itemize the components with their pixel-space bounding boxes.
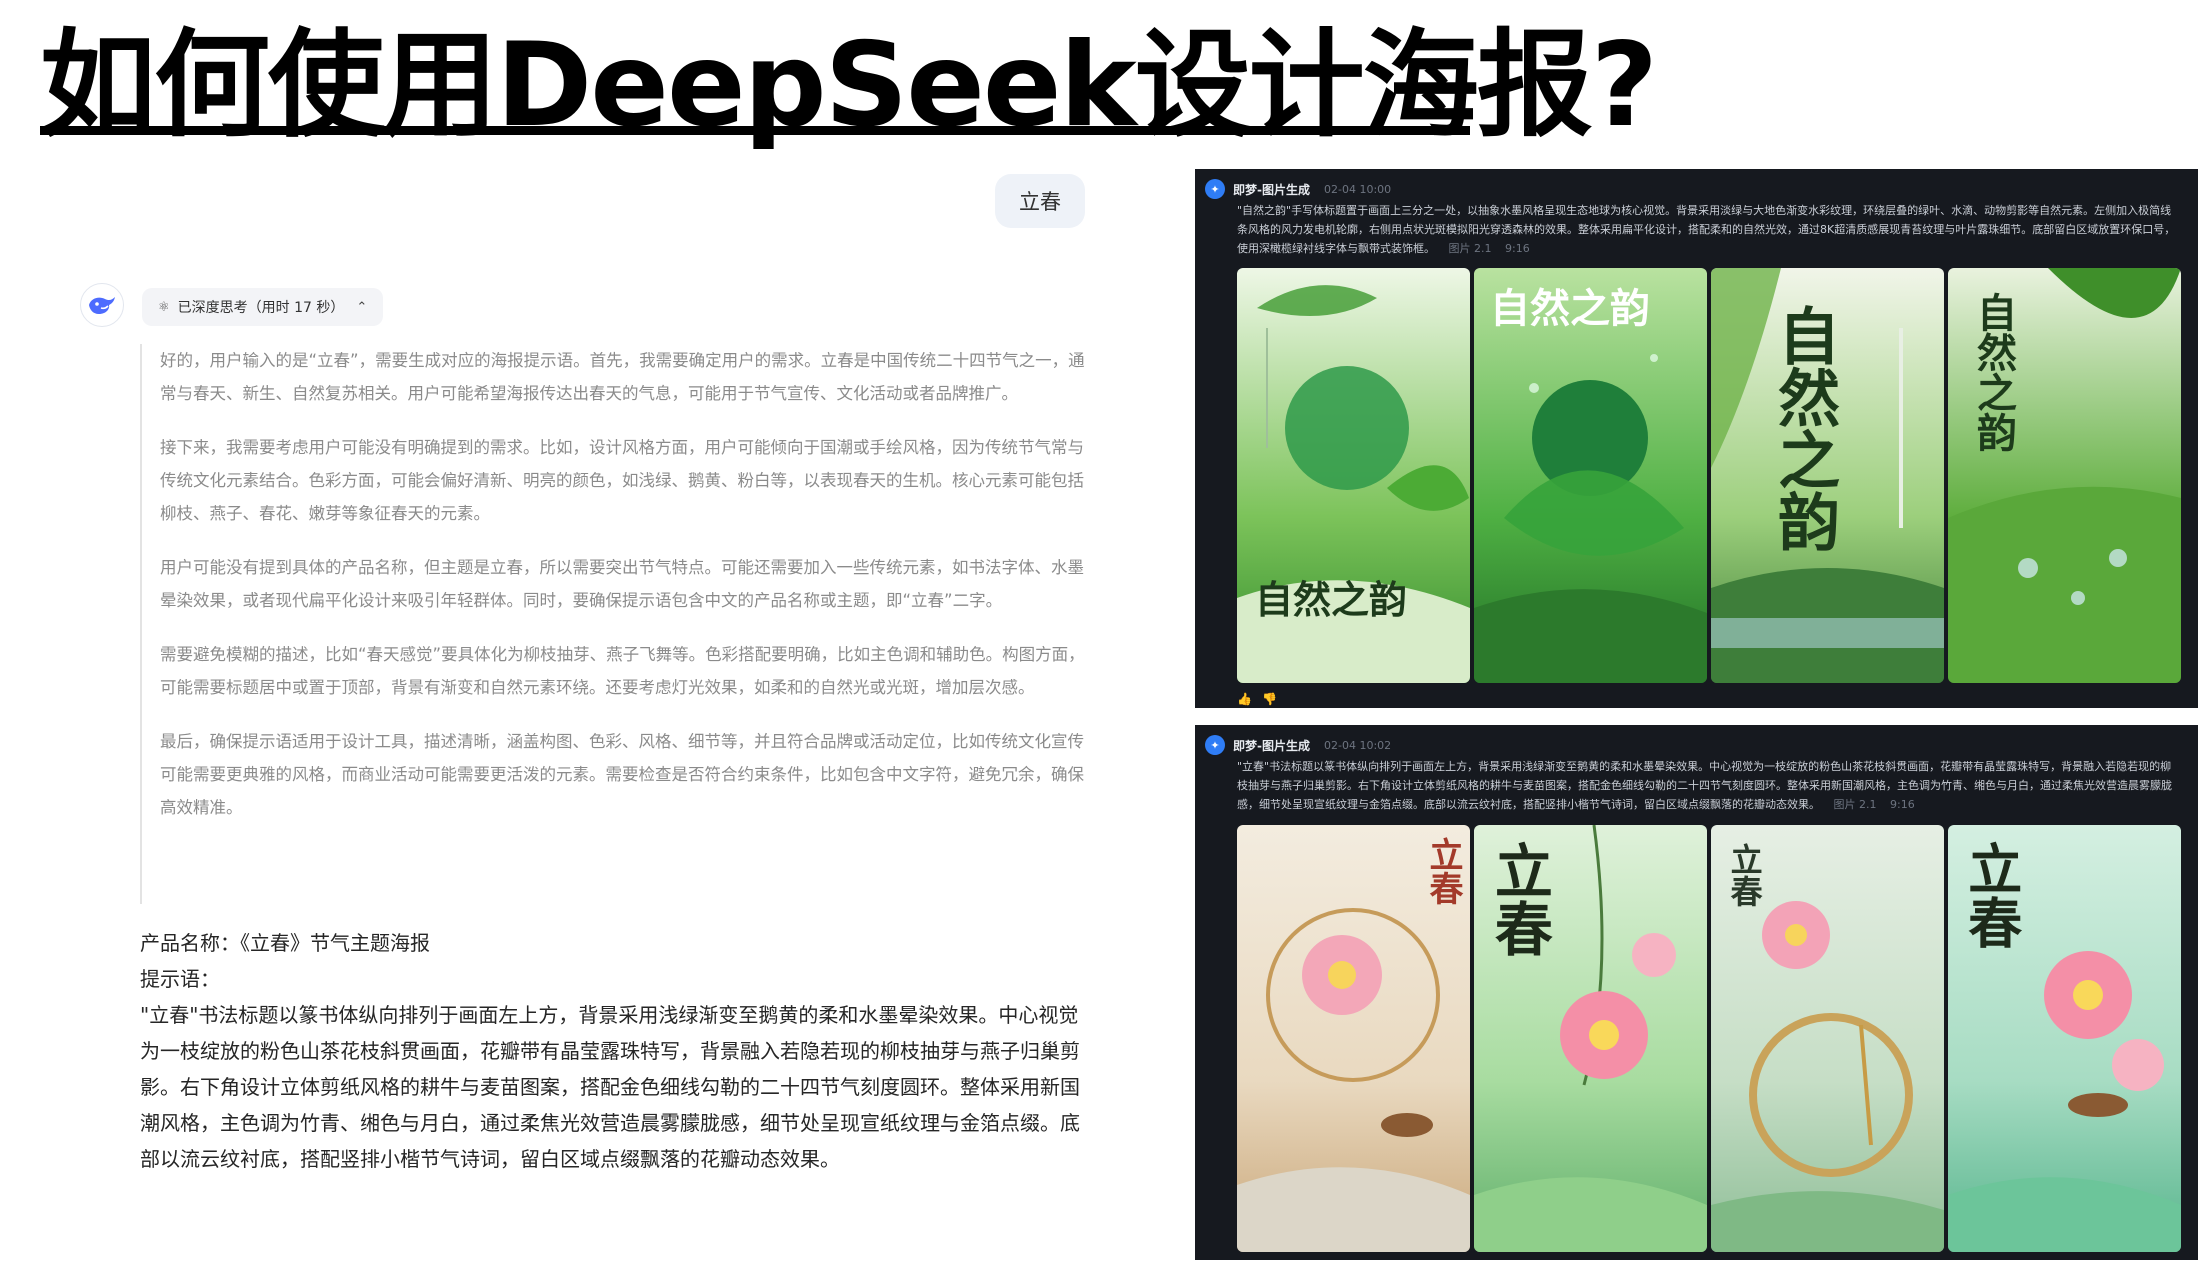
deepseek-avatar — [80, 283, 124, 327]
jimeng-logo-icon: ✦ — [1205, 179, 1225, 199]
generation-card-nature: ✦ 即梦-图片生成 02-04 10:00 "自然之韵"手写体标题置于画面上三分… — [1195, 169, 2198, 708]
final-answer: 产品名称：《立春》节气主题海报 提示语： "立春"书法标题以篆书体纵向排列于画面… — [140, 925, 1090, 1177]
user-message-text: 立春 — [1019, 190, 1061, 214]
reasoning-paragraph: 最后，确保提示语适用于设计工具，描述清晰，涵盖构图、色彩、风格、细节等，并且符合… — [160, 732, 1084, 817]
generated-image[interactable]: 自然之韵 — [1711, 268, 1944, 683]
generated-image-row: 立春 立春 立春 立春 — [1237, 825, 2181, 1252]
poster-title: 立春 — [1725, 843, 1764, 907]
poster-title: 自然之韵 — [1255, 577, 1408, 622]
reasoning-paragraph: 好的，用户输入的是“立春”，需要生成对应的海报提示语。首先，我需要确定用户的需求… — [160, 351, 1085, 403]
generation-card-lichun: ✦ 即梦-图片生成 02-04 10:02 "立春"书法标题以篆书体纵向排列于画… — [1195, 725, 2198, 1260]
generation-header: ✦ 即梦-图片生成 02-04 10:00 — [1205, 179, 1391, 199]
prompt-text: "立春"书法标题以篆书体纵向排列于画面左上方，背景采用浅绿渐变至鹅黄的柔和水墨晕… — [140, 1003, 1080, 1171]
user-message-bubble: 立春 — [995, 174, 1085, 228]
jimeng-logo-icon: ✦ — [1205, 735, 1225, 755]
generation-ratio: 9:16 — [1505, 242, 1530, 255]
deep-think-icon: ⚛ — [158, 299, 170, 315]
thumbs-up-icon[interactable]: 👍 — [1237, 692, 1252, 706]
reasoning-block: 好的，用户输入的是“立春”，需要生成对应的海报提示语。首先，我需要确定用户的需求… — [140, 344, 1088, 904]
reasoning-paragraph: 用户可能没有提到具体的产品名称，但主题是立春，所以需要突出节气特点。可能还需要加… — [160, 558, 1084, 610]
poster-title: 自然之韵 — [1767, 304, 1841, 552]
generation-model: 图片 2.1 — [1833, 798, 1877, 811]
generation-prompt-text: "立春"书法标题以篆书体纵向排列于画面左上方，背景采用浅绿渐变至鹅黄的柔和水墨晕… — [1237, 760, 2172, 811]
generation-timestamp: 02-04 10:00 — [1323, 182, 1392, 196]
title-underline — [40, 126, 1470, 135]
deep-thinking-toggle[interactable]: ⚛ 已深度思考（用时 17 秒） ⌃ — [142, 288, 384, 326]
generation-ratio: 9:16 — [1890, 798, 1915, 811]
poster-title: 立春 — [1423, 837, 1463, 905]
generated-image-row: 自然之韵 自然之韵 自然之韵 自然之韵 — [1237, 268, 2181, 683]
poster-title: 自然之韵 — [1970, 292, 2017, 452]
generation-model: 图片 2.1 — [1448, 242, 1492, 255]
generation-header: ✦ 即梦-图片生成 02-04 10:02 — [1205, 735, 1391, 755]
generation-app-name: 即梦-图片生成 — [1233, 738, 1310, 753]
generation-app-name: 即梦-图片生成 — [1233, 182, 1310, 197]
poster-title: 立春 — [1958, 841, 2023, 949]
whale-logo-icon — [89, 297, 115, 314]
generated-image[interactable]: 立春 — [1237, 825, 1470, 1252]
generation-prompt-text: "自然之韵"手写体标题置于画面上三分之一处，以抽象水墨风格呈现生态地球为核心视觉… — [1237, 204, 2176, 255]
generated-image[interactable]: 立春 — [1948, 825, 2181, 1252]
poster-title: 自然之韵 — [1490, 285, 1650, 332]
generated-image[interactable]: 立春 — [1474, 825, 1707, 1252]
generated-image[interactable]: 自然之韵 — [1474, 268, 1707, 683]
reasoning-paragraph: 需要避免模糊的描述，比如“春天感觉”要具体化为柳枝抽芽、燕子飞舞等。色彩搭配要明… — [160, 645, 1085, 697]
chevron-up-icon: ⌃ — [356, 299, 368, 315]
generation-prompt: "自然之韵"手写体标题置于画面上三分之一处，以抽象水墨风格呈现生态地球为核心视觉… — [1237, 201, 2182, 258]
reasoning-paragraph: 接下来，我需要考虑用户可能没有明确提到的需求。比如，设计风格方面，用户可能倾向于… — [160, 438, 1084, 523]
generation-prompt: "立春"书法标题以篆书体纵向排列于画面左上方，背景采用浅绿渐变至鹅黄的柔和水墨晕… — [1237, 757, 2182, 814]
generation-timestamp: 02-04 10:02 — [1323, 738, 1392, 752]
prompt-label: 提示语： — [140, 967, 220, 991]
deep-thinking-label: 已深度思考（用时 17 秒） — [177, 300, 345, 316]
thumbs-down-icon[interactable]: 👎 — [1262, 692, 1277, 706]
generated-image[interactable]: 立春 — [1711, 825, 1944, 1252]
poster-title: 立春 — [1484, 841, 1553, 957]
generated-image[interactable]: 自然之韵 — [1948, 268, 2181, 683]
card-actions: 👍 👎 — [1237, 692, 1277, 706]
generated-image[interactable]: 自然之韵 — [1237, 268, 1470, 683]
product-name-line: 产品名称：《立春》节气主题海报 — [140, 931, 430, 955]
